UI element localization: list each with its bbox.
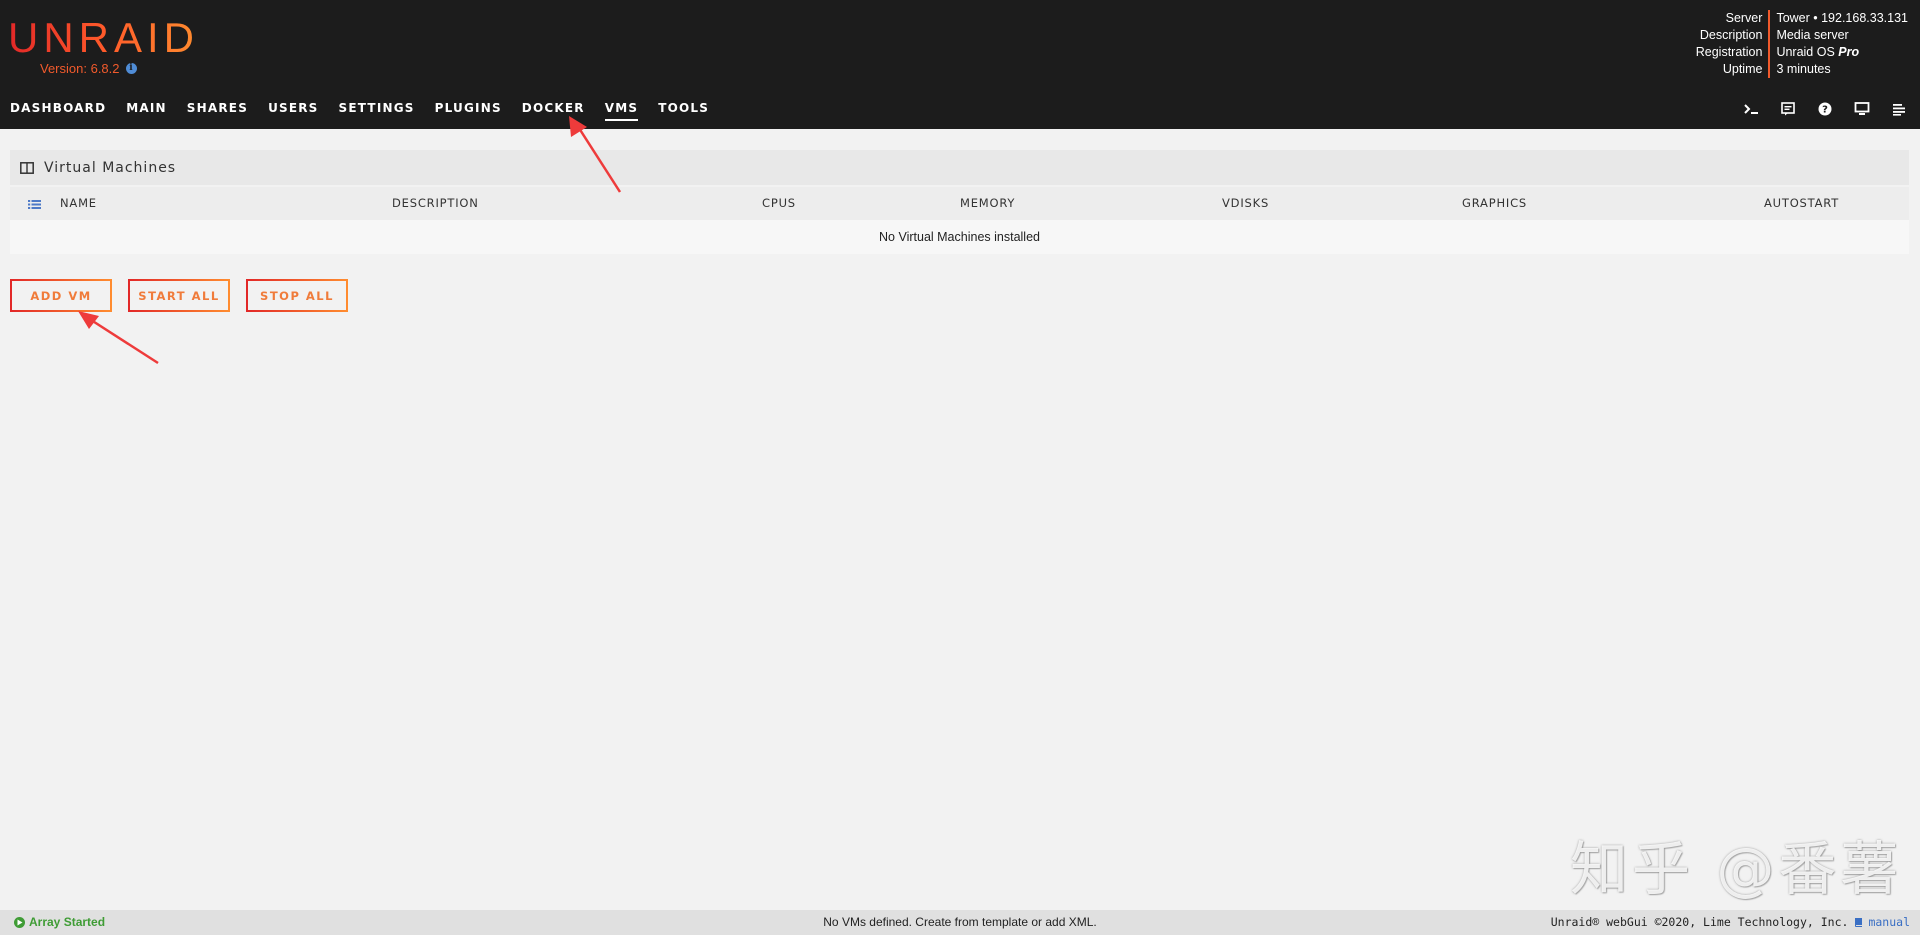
version-label: Version: 6.8.2 xyxy=(40,61,120,76)
nav-users[interactable]: USERS xyxy=(268,101,318,119)
play-circle-icon xyxy=(14,917,25,928)
nav-tools[interactable]: TOOLS xyxy=(658,101,709,119)
columns-icon xyxy=(20,161,34,174)
column-name[interactable]: NAME xyxy=(60,187,97,220)
server-label: Server xyxy=(1725,11,1763,25)
uptime-value: 3 minutes xyxy=(1776,62,1831,76)
column-vdisks[interactable]: VDISKS xyxy=(1222,187,1269,220)
nav-docker[interactable]: DOCKER xyxy=(522,101,585,119)
book-icon xyxy=(1855,918,1863,927)
server-info-panel: Server Description Registration Uptime T… xyxy=(1696,10,1908,78)
column-graphics[interactable]: GRAPHICS xyxy=(1462,187,1527,220)
description-value: Media server xyxy=(1776,28,1849,42)
svg-text:?: ? xyxy=(1822,105,1828,116)
registration-label: Registration xyxy=(1695,45,1763,59)
start-all-button[interactable]: START ALL xyxy=(128,279,230,312)
arrow-to-add-vm xyxy=(78,311,159,365)
help-icon[interactable]: ? xyxy=(1816,100,1834,118)
footer-credits: Unraid® webGui ©2020, Lime Technology, I… xyxy=(1551,910,1910,935)
header: UNRAID Version: 6.8.2 i Server Descripti… xyxy=(0,0,1920,129)
description-label: Description xyxy=(1699,28,1763,42)
array-status-text: Array Started xyxy=(29,915,106,929)
nav-shares[interactable]: SHARES xyxy=(187,101,248,119)
vm-table-header: NAME DESCRIPTION CPUS MEMORY VDISKS GRAP… xyxy=(10,187,1909,220)
status-footer: No VMs defined. Create from template or … xyxy=(0,910,1920,935)
column-autostart[interactable]: AUTOSTART xyxy=(1764,187,1839,220)
registration-os-text: Unraid OS xyxy=(1776,45,1839,59)
empty-table-message: No Virtual Machines installed xyxy=(10,220,1909,254)
nav-main[interactable]: MAIN xyxy=(126,101,167,119)
uptime-label: Uptime xyxy=(1722,62,1763,76)
stop-all-button[interactable]: STOP ALL xyxy=(246,279,348,312)
column-memory[interactable]: MEMORY xyxy=(960,187,1015,220)
column-description[interactable]: DESCRIPTION xyxy=(392,187,479,220)
column-cpus[interactable]: CPUS xyxy=(762,187,796,220)
virtual-machines-panel: Virtual Machines NAME DESCRIPTION CPUS M… xyxy=(10,150,1909,254)
server-value: Tower • 192.168.33.131 xyxy=(1776,11,1908,25)
version-info: Version: 6.8.2 i xyxy=(40,61,137,76)
display-icon[interactable] xyxy=(1853,100,1871,118)
nav-settings[interactable]: SETTINGS xyxy=(339,101,415,119)
annotation-arrows xyxy=(78,116,622,365)
list-view-icon[interactable] xyxy=(28,188,41,221)
nav-dashboard[interactable]: DASHBOARD xyxy=(10,101,106,119)
log-icon[interactable] xyxy=(1779,100,1797,118)
vm-action-buttons: ADD VM START ALL STOP ALL xyxy=(10,279,348,312)
array-status: Array Started xyxy=(14,910,105,935)
add-vm-button[interactable]: ADD VM xyxy=(10,279,112,312)
panel-title: Virtual Machines xyxy=(44,159,177,176)
manual-link[interactable]: manual xyxy=(1854,910,1910,935)
copyright-text: Unraid® webGui ©2020, Lime Technology, I… xyxy=(1550,915,1849,929)
info-icon[interactable]: i xyxy=(125,63,137,74)
terminal-icon[interactable] xyxy=(1742,100,1760,118)
main-nav: DASHBOARD MAIN SHARES USERS SETTINGS PLU… xyxy=(10,101,729,121)
zhihu-watermark: 知乎 @番薯 xyxy=(1570,835,1903,903)
unraid-logo[interactable]: UNRAID xyxy=(8,14,199,62)
panel-header: Virtual Machines xyxy=(10,150,1909,185)
menu-lines-icon[interactable] xyxy=(1890,100,1908,118)
registration-tier: Pro xyxy=(1838,45,1860,59)
registration-value[interactable]: Unraid OS Pro xyxy=(1776,44,1908,61)
nav-icons: ? xyxy=(1742,100,1908,118)
nav-vms[interactable]: VMS xyxy=(604,101,639,121)
manual-link-label: manual xyxy=(1868,915,1910,929)
nav-plugins[interactable]: PLUGINS xyxy=(435,101,502,119)
